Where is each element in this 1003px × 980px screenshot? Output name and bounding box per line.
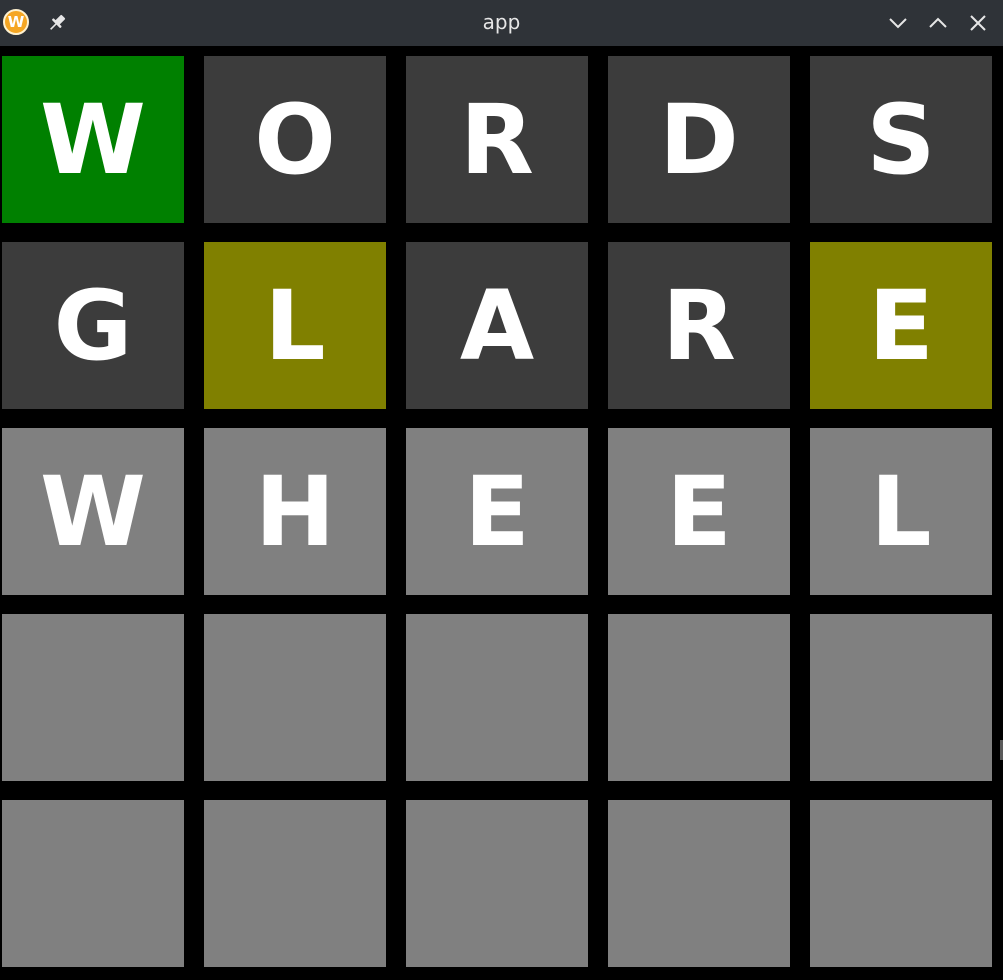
tile-r2-c1: G <box>2 242 184 409</box>
tile-r2-c5: E <box>810 242 992 409</box>
close-icon <box>970 15 986 31</box>
game-board: WORDSGLAREWHEEL <box>2 56 992 968</box>
tile-r4-c5 <box>810 614 992 781</box>
minimize-button[interactable] <box>886 11 910 35</box>
tile-r1-c1: W <box>2 56 184 223</box>
chevron-up-icon <box>929 17 947 28</box>
tile-r4-c2 <box>204 614 386 781</box>
tile-r2-c4: R <box>608 242 790 409</box>
pin-icon[interactable] <box>46 12 68 34</box>
tile-r1-c4: D <box>608 56 790 223</box>
tile-r3-c5: L <box>810 428 992 595</box>
tile-r4-c3 <box>406 614 588 781</box>
tile-r4-c4 <box>608 614 790 781</box>
tile-r2-c3: A <box>406 242 588 409</box>
bottom-strip <box>0 968 1003 980</box>
tile-r3-c2: H <box>204 428 386 595</box>
close-button[interactable] <box>966 11 990 35</box>
tile-r5-c4 <box>608 800 790 967</box>
tile-r3-c1: W <box>2 428 184 595</box>
tile-r1-c5: S <box>810 56 992 223</box>
chevron-down-icon <box>889 18 907 29</box>
wordle-app-icon[interactable]: W <box>3 9 29 35</box>
tile-r2-c2: L <box>204 242 386 409</box>
window-title: app <box>482 10 521 34</box>
tile-r1-c2: O <box>204 56 386 223</box>
maximize-button[interactable] <box>926 11 950 35</box>
tile-r3-c4: E <box>608 428 790 595</box>
tile-r5-c3 <box>406 800 588 967</box>
tile-r1-c3: R <box>406 56 588 223</box>
window-titlebar[interactable]: W app <box>0 0 1003 46</box>
tile-r5-c1 <box>2 800 184 967</box>
tile-r5-c2 <box>204 800 386 967</box>
tile-r5-c5 <box>810 800 992 967</box>
tile-r3-c3: E <box>406 428 588 595</box>
tile-r4-c1 <box>2 614 184 781</box>
